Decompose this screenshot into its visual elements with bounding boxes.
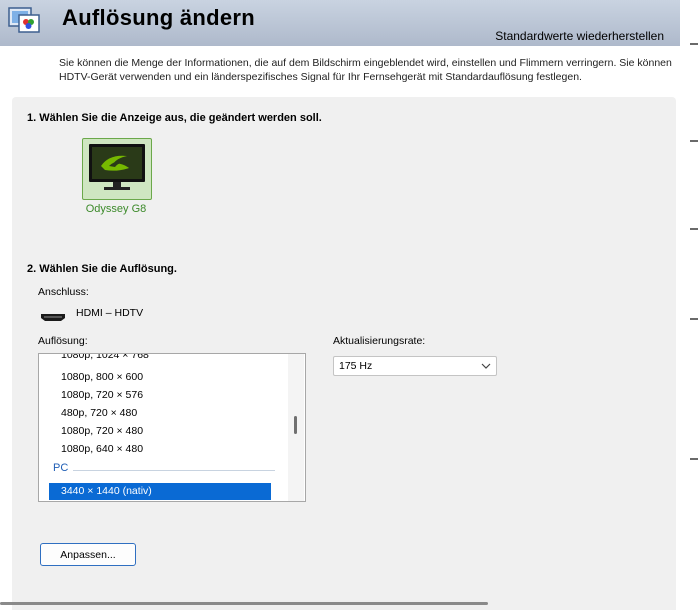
group-header-pc: PC <box>53 462 69 474</box>
resolution-label: Auflösung: <box>38 335 88 347</box>
listbox-scrollbar[interactable] <box>288 354 304 501</box>
refresh-rate-dropdown[interactable]: 175 Hz <box>333 356 497 376</box>
display-tile-odyssey-g8[interactable] <box>82 138 152 200</box>
horizontal-scrollbar[interactable] <box>0 602 488 605</box>
edge-tick <box>690 140 698 142</box>
step2-heading: 2. Wählen Sie die Auflösung. <box>27 263 177 275</box>
edge-tick <box>690 458 698 460</box>
restore-defaults-link[interactable]: Standardwerte wiederherstellen <box>495 29 664 43</box>
page-title: Auflösung ändern <box>62 5 256 30</box>
right-edge-strip <box>680 0 698 610</box>
refresh-rate-label: Aktualisierungsrate: <box>333 335 426 347</box>
connector-label: Anschluss: <box>38 286 89 298</box>
refresh-rate-value: 175 Hz <box>339 360 373 372</box>
hdmi-connector-icon <box>40 309 66 327</box>
group-divider <box>73 470 275 471</box>
list-item[interactable]: 1080p, 1024 × 768 <box>61 354 149 364</box>
connector-value: HDMI – HDTV <box>76 307 144 319</box>
list-item[interactable]: 1080p, 640 × 480 <box>61 440 143 458</box>
list-item[interactable]: 480p, 720 × 480 <box>61 404 137 422</box>
list-item[interactable]: 1080p, 720 × 576 <box>61 386 143 404</box>
resolution-listbox[interactable]: 1080p, 1024 × 768 1080p, 800 × 600 1080p… <box>38 353 306 502</box>
edge-tick <box>690 318 698 320</box>
list-item[interactable]: 1080p, 720 × 480 <box>61 422 143 440</box>
display-settings-icon <box>8 5 42 35</box>
page-header: Auflösung ändern Standardwerte wiederher… <box>0 0 680 46</box>
display-name-label: Odyssey G8 <box>85 203 147 215</box>
edge-tick <box>690 228 698 230</box>
step1-heading: 1. Wählen Sie die Anzeige aus, die geänd… <box>27 112 322 124</box>
page-description: Sie können die Menge der Informationen, … <box>59 57 672 83</box>
customize-button[interactable]: Anpassen... <box>40 543 136 566</box>
list-item[interactable]: 1080p, 800 × 600 <box>61 368 143 386</box>
monitor-icon <box>89 144 145 190</box>
chevron-down-icon <box>481 363 491 369</box>
scroll-thumb[interactable] <box>294 416 297 434</box>
selected-list-item[interactable]: 3440 × 1440 (nativ) <box>49 483 271 500</box>
edge-tick <box>690 43 698 45</box>
